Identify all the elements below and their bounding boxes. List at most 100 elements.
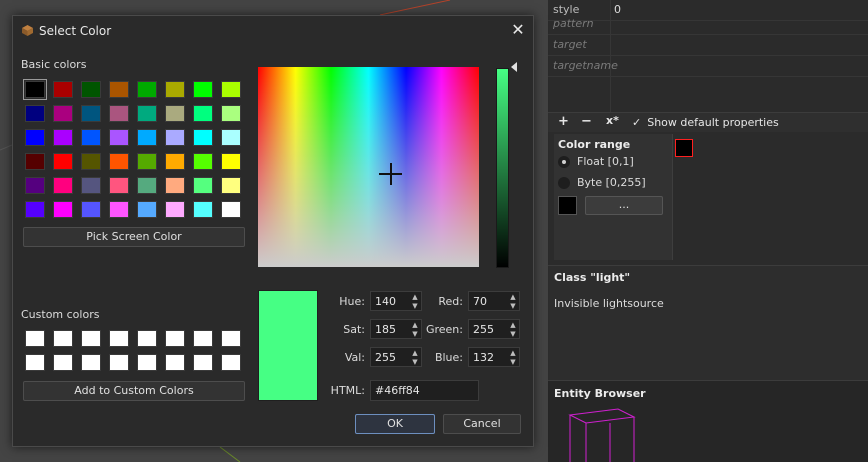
custom-color-swatch[interactable] (137, 330, 157, 347)
basic-color-swatch[interactable] (53, 201, 73, 218)
basic-color-swatch[interactable] (193, 201, 213, 218)
browse-color-button[interactable]: ... (585, 196, 663, 215)
custom-color-swatch[interactable] (193, 354, 213, 371)
custom-color-swatch[interactable] (165, 330, 185, 347)
basic-color-swatch[interactable] (165, 177, 185, 194)
entity-preview-wireframe[interactable] (548, 401, 868, 462)
property-row-pattern[interactable]: pattern (548, 14, 868, 35)
basic-color-swatch[interactable] (53, 81, 73, 98)
color-swatch[interactable] (558, 196, 577, 215)
basic-color-swatch[interactable] (81, 153, 101, 170)
basic-color-swatch[interactable] (81, 129, 101, 146)
custom-color-swatch[interactable] (25, 354, 45, 371)
byte-radio[interactable] (558, 177, 570, 189)
html-label: HTML: (330, 384, 365, 397)
blue-spinbox[interactable]: 132 ▲ ▼ (468, 347, 520, 367)
basic-color-swatch[interactable] (109, 105, 129, 122)
basic-color-swatch[interactable] (193, 105, 213, 122)
basic-color-swatch[interactable] (25, 153, 45, 170)
basic-color-swatch[interactable] (109, 153, 129, 170)
basic-color-swatch[interactable] (53, 105, 73, 122)
custom-color-swatch[interactable] (25, 330, 45, 347)
basic-color-swatch[interactable] (109, 177, 129, 194)
entity-browser-title: Entity Browser (554, 387, 646, 400)
decrement-icon[interactable]: ▼ (508, 358, 518, 366)
custom-color-swatch[interactable] (109, 330, 129, 347)
luminance-slider[interactable] (496, 68, 509, 268)
float-radio[interactable] (558, 156, 570, 168)
decrement-icon[interactable]: ▼ (508, 302, 518, 310)
basic-color-swatch[interactable] (137, 201, 157, 218)
basic-color-swatch[interactable] (137, 105, 157, 122)
cancel-button[interactable]: Cancel (443, 414, 521, 434)
basic-color-swatch[interactable] (53, 153, 73, 170)
basic-color-swatch[interactable] (193, 153, 213, 170)
basic-color-swatch[interactable] (165, 81, 185, 98)
increment-icon[interactable]: ▲ (508, 293, 518, 301)
increment-icon[interactable]: ▲ (508, 321, 518, 329)
basic-color-swatch[interactable] (25, 201, 45, 218)
basic-color-swatch[interactable] (221, 153, 241, 170)
basic-color-swatch[interactable] (165, 105, 185, 122)
decrement-icon[interactable]: ▼ (508, 330, 518, 338)
basic-color-swatch[interactable] (193, 81, 213, 98)
custom-color-swatch[interactable] (137, 354, 157, 371)
custom-color-swatch[interactable] (193, 330, 213, 347)
pick-screen-color-button[interactable]: Pick Screen Color (23, 227, 245, 247)
basic-color-swatch[interactable] (25, 105, 45, 122)
add-property-icon[interactable]: + (558, 114, 569, 129)
add-to-custom-colors-button[interactable]: Add to Custom Colors (23, 381, 245, 401)
basic-color-swatch[interactable] (53, 177, 73, 194)
custom-color-swatch[interactable] (109, 354, 129, 371)
basic-color-swatch[interactable] (81, 105, 101, 122)
color-range-group: Color range Float [0,1] Byte [0,255] ... (554, 134, 672, 260)
custom-color-swatch[interactable] (53, 330, 73, 347)
basic-color-swatch[interactable] (25, 129, 45, 146)
increment-icon[interactable]: ▲ (508, 349, 518, 357)
custom-color-swatch[interactable] (221, 330, 241, 347)
selected-color-swatch[interactable] (675, 139, 693, 157)
property-row-targetname[interactable]: targetname (548, 56, 868, 77)
basic-color-swatch[interactable] (137, 153, 157, 170)
basic-color-swatch[interactable] (221, 177, 241, 194)
basic-color-swatch[interactable] (193, 177, 213, 194)
basic-color-swatch[interactable] (109, 129, 129, 146)
basic-color-swatch[interactable] (193, 129, 213, 146)
hue-saturation-picker[interactable] (258, 67, 479, 267)
luminance-handle-icon[interactable] (511, 62, 517, 72)
basic-color-swatch[interactable] (81, 177, 101, 194)
basic-color-swatch[interactable] (221, 105, 241, 122)
remove-property-icon[interactable]: − (581, 114, 592, 129)
basic-color-swatch[interactable] (165, 129, 185, 146)
basic-color-swatch[interactable] (165, 153, 185, 170)
close-icon[interactable]: ✕ (509, 21, 527, 39)
custom-color-swatch[interactable] (81, 354, 101, 371)
basic-color-swatch[interactable] (53, 129, 73, 146)
basic-color-swatch[interactable] (81, 201, 101, 218)
basic-color-swatch[interactable] (81, 81, 101, 98)
basic-color-swatch[interactable] (23, 79, 47, 100)
class-title: Class "light" (554, 271, 631, 284)
ok-button[interactable]: OK (355, 414, 435, 434)
basic-color-swatch[interactable] (137, 177, 157, 194)
dialog-titlebar[interactable]: Select Color ✕ (13, 16, 533, 46)
basic-color-swatch[interactable] (221, 81, 241, 98)
basic-color-swatch[interactable] (109, 81, 129, 98)
html-color-input[interactable]: #46ff84 (370, 380, 479, 401)
green-spinbox[interactable]: 255 ▲ ▼ (468, 319, 520, 339)
basic-color-swatch[interactable] (109, 201, 129, 218)
clear-properties-icon[interactable]: x* (606, 114, 619, 127)
custom-color-swatch[interactable] (221, 354, 241, 371)
basic-color-swatch[interactable] (137, 129, 157, 146)
basic-color-swatch[interactable] (221, 129, 241, 146)
custom-color-swatch[interactable] (81, 330, 101, 347)
basic-color-swatch[interactable] (165, 201, 185, 218)
basic-color-swatch[interactable] (25, 177, 45, 194)
basic-color-swatch[interactable] (221, 201, 241, 218)
red-spinbox[interactable]: 70 ▲ ▼ (468, 291, 520, 311)
custom-color-swatch[interactable] (53, 354, 73, 371)
custom-color-swatch[interactable] (165, 354, 185, 371)
show-default-properties-toggle[interactable]: ✓ Show default properties (632, 116, 779, 129)
property-row-target[interactable]: target (548, 35, 868, 56)
basic-color-swatch[interactable] (137, 81, 157, 98)
